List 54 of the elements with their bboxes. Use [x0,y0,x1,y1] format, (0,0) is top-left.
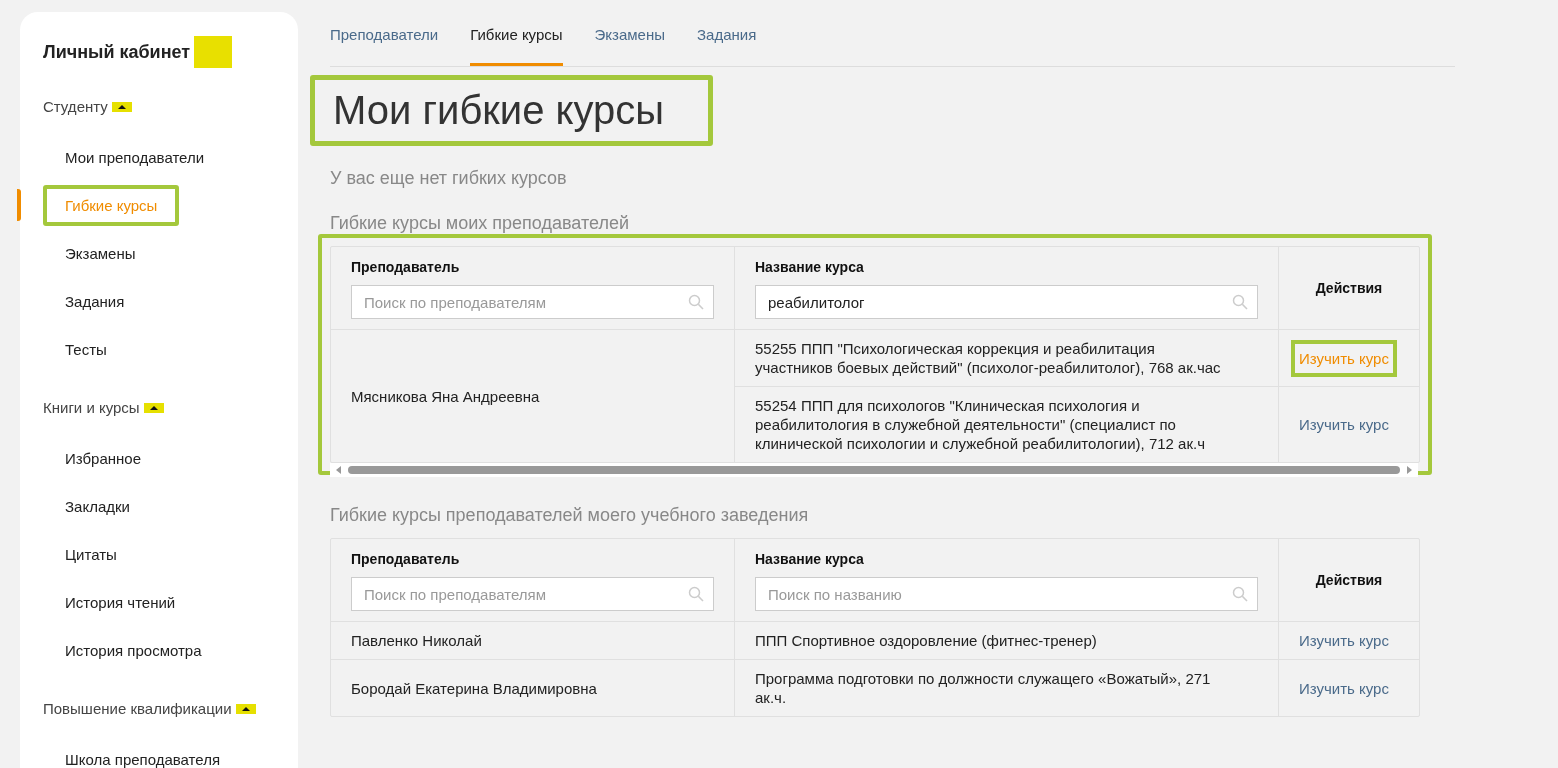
horizontal-scrollbar[interactable] [330,463,1418,477]
sidebar-item[interactable]: Школа преподавателя [43,738,243,768]
column-header: Преподаватель [351,551,461,567]
search-field[interactable]: Поиск по названию [755,577,1258,611]
section-heading: Студенту [43,98,108,115]
tab[interactable]: Задания [697,0,757,66]
column-header: Преподаватель [351,259,461,275]
tab[interactable]: Преподаватели [330,0,439,66]
search-icon [688,586,704,602]
sidebar-item[interactable]: История просмотра [43,629,224,671]
study-course-link[interactable]: Изучить курс [1291,669,1397,707]
tab[interactable]: Гибкие курсы [470,0,563,66]
sidebar-item[interactable]: Задания [43,280,147,322]
section-heading: Книги и курсы [43,399,140,416]
search-icon [1232,294,1248,310]
search-icon [1232,586,1248,602]
teacher-name: Мясникова Яна Андреевна [351,387,540,405]
course-title: 55255 ППП "Психологическая коррекция и реабилитация участников боевых действий" (психолог-реабилитолог), 768 ак.час [755,340,1221,376]
study-course-link[interactable]: Изучить курс [1291,622,1397,659]
logo-icon [194,36,233,68]
course-title: ППП Спортивное оздоровление (фитнес-тренер) [755,632,1097,649]
empty-message: У вас еще нет гибких курсов [330,168,568,189]
sidebar-item[interactable]: Экзамены [43,232,158,274]
sidebar-item[interactable]: Тесты [43,328,129,370]
study-course-link[interactable]: Изучить курс [1291,406,1397,443]
column-header: Действия [1315,572,1383,588]
tab[interactable]: Экзамены [594,0,666,66]
search-field[interactable]: Поиск по преподавателям [351,577,714,611]
scroll-left-icon[interactable] [336,466,342,474]
search-field[interactable]: Поиск по преподавателям [351,285,714,319]
collapse-icon[interactable] [111,101,132,112]
search-field[interactable]: реабилитолог [755,285,1258,319]
section-heading: Гибкие курсы преподавателей моего учебного заведения [330,505,810,526]
teacher-name: Павленко Николай [351,632,482,649]
teacher-name: Бородай Екатерина Владимировна [351,679,597,697]
scroll-right-icon[interactable] [1406,466,1412,474]
column-header: Действия [1315,280,1383,296]
sidebar-item[interactable]: Цитаты [43,533,139,575]
column-header: Название курса [755,259,865,275]
sidebar-item[interactable]: Закладки [43,485,152,527]
search-icon [688,294,704,310]
sidebar-item[interactable]: История чтений [43,581,198,623]
sidebar-item[interactable]: Мои преподаватели [43,136,227,178]
collapse-icon[interactable] [143,402,164,413]
column-header: Название курса [755,551,865,567]
collapse-icon[interactable] [235,703,256,714]
course-title: 55254 ППП для психологов "Клиническая психология и реабилитология в служебной деятельности" (специалист по клинической психологии и служебной реабилитологии), 712 ак.ч [755,397,1205,452]
section-heading: Гибкие курсы моих преподавателей [330,213,630,234]
course-title: Программа подготовки по должности служащего «Вожатый», 271 ак.ч. [755,670,1211,706]
section-heading: Повышение квалификации [43,700,232,717]
sidebar-item[interactable]: Избранное [43,437,164,479]
sidebar-title: Личный кабинет [43,41,191,63]
active-indicator [17,189,21,221]
page-title: Мои гибкие курсы [310,75,713,146]
